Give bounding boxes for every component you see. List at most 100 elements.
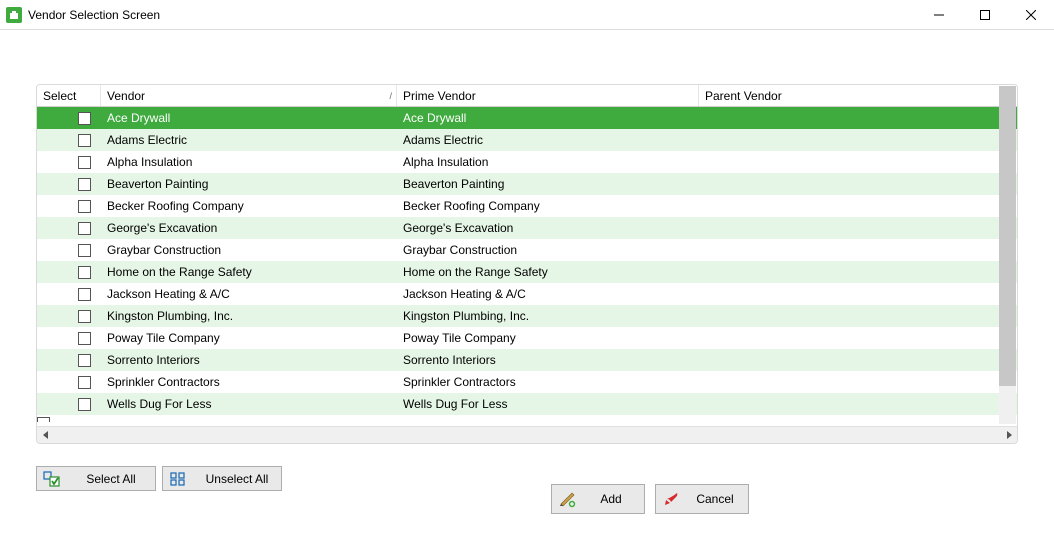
row-checkbox-cell[interactable] xyxy=(37,371,101,393)
row-checkbox[interactable] xyxy=(78,398,91,411)
table-row[interactable]: Sorrento InteriorsSorrento Interiors xyxy=(37,349,1017,371)
row-checkbox-cell[interactable] xyxy=(37,349,101,371)
cell-parent-vendor xyxy=(699,107,1017,129)
cell-prime-vendor: Adams Electric xyxy=(397,129,699,151)
row-checkbox[interactable] xyxy=(78,156,91,169)
table-row[interactable]: Wells Dug For LessWells Dug For Less xyxy=(37,393,1017,415)
close-button[interactable] xyxy=(1008,0,1054,30)
table-row[interactable]: Sprinkler ContractorsSprinkler Contracto… xyxy=(37,371,1017,393)
cell-prime-vendor: Ace Drywall xyxy=(397,107,699,129)
row-checkbox-cell[interactable] xyxy=(37,239,101,261)
column-header-parent-vendor[interactable]: Parent Vendor xyxy=(699,85,1017,106)
row-checkbox-cell[interactable] xyxy=(37,195,101,217)
row-checkbox-cell[interactable] xyxy=(37,327,101,349)
row-checkbox[interactable] xyxy=(78,178,91,191)
select-all-label: Select All xyxy=(79,472,143,486)
cell-prime-vendor: Wells Dug For Less xyxy=(397,393,699,415)
cancel-icon xyxy=(662,490,680,508)
vertical-scroll-thumb[interactable] xyxy=(999,86,1016,386)
row-checkbox[interactable] xyxy=(78,134,91,147)
window-controls xyxy=(916,0,1054,30)
row-checkbox[interactable] xyxy=(78,222,91,235)
cell-parent-vendor xyxy=(699,195,1017,217)
unselect-all-icon xyxy=(169,470,187,488)
unselect-all-label: Unselect All xyxy=(205,472,269,486)
vertical-scrollbar[interactable] xyxy=(999,86,1016,424)
sort-indicator-icon: / xyxy=(389,91,392,101)
row-checkbox[interactable] xyxy=(78,288,91,301)
cell-parent-vendor xyxy=(699,239,1017,261)
cell-vendor: Becker Roofing Company xyxy=(101,195,397,217)
cell-prime-vendor: Beaverton Painting xyxy=(397,173,699,195)
cell-parent-vendor xyxy=(699,283,1017,305)
add-label: Add xyxy=(590,492,632,506)
maximize-button[interactable] xyxy=(962,0,1008,30)
horizontal-scrollbar[interactable] xyxy=(37,426,1017,443)
row-checkbox[interactable] xyxy=(78,244,91,257)
select-all-button[interactable]: Select All xyxy=(36,466,156,491)
table-row[interactable]: Beaverton PaintingBeaverton Painting xyxy=(37,173,1017,195)
minimize-button[interactable] xyxy=(916,0,962,30)
row-checkbox[interactable] xyxy=(78,332,91,345)
cell-prime-vendor: Sprinkler Contractors xyxy=(397,371,699,393)
row-checkbox-cell[interactable] xyxy=(37,151,101,173)
cell-vendor: Ace Drywall xyxy=(101,107,397,129)
table-row[interactable]: Becker Roofing CompanyBecker Roofing Com… xyxy=(37,195,1017,217)
grid-rows: Ace DrywallAce DrywallAdams ElectricAdam… xyxy=(37,107,1017,426)
scroll-left-icon[interactable] xyxy=(37,427,54,444)
cell-vendor: Wells Dug For Less xyxy=(101,393,397,415)
row-checkbox[interactable] xyxy=(78,376,91,389)
row-checkbox-cell[interactable] xyxy=(37,107,101,129)
row-checkbox[interactable] xyxy=(78,354,91,367)
scroll-right-icon[interactable] xyxy=(1000,427,1017,444)
row-checkbox-cell[interactable] xyxy=(37,129,101,151)
column-header-select[interactable]: Select xyxy=(37,85,101,106)
row-checkbox[interactable] xyxy=(78,112,91,125)
cell-parent-vendor xyxy=(699,349,1017,371)
cell-parent-vendor xyxy=(699,129,1017,151)
cell-vendor: Poway Tile Company xyxy=(101,327,397,349)
select-all-icon xyxy=(43,470,61,488)
cell-prime-vendor: Becker Roofing Company xyxy=(397,195,699,217)
add-button[interactable]: Add xyxy=(551,484,645,514)
cell-parent-vendor xyxy=(699,173,1017,195)
cell-vendor: Adams Electric xyxy=(101,129,397,151)
table-row[interactable]: Jackson Heating & A/CJackson Heating & A… xyxy=(37,283,1017,305)
row-checkbox[interactable] xyxy=(78,310,91,323)
row-checkbox-cell[interactable] xyxy=(37,305,101,327)
table-row[interactable] xyxy=(37,415,1017,425)
table-row[interactable]: Home on the Range SafetyHome on the Rang… xyxy=(37,261,1017,283)
cell-vendor: Graybar Construction xyxy=(101,239,397,261)
cell-prime-vendor: Home on the Range Safety xyxy=(397,261,699,283)
cell-parent-vendor xyxy=(699,371,1017,393)
titlebar: Vendor Selection Screen xyxy=(0,0,1054,30)
cell-vendor: Sorrento Interiors xyxy=(101,349,397,371)
table-row[interactable]: Ace DrywallAce Drywall xyxy=(37,107,1017,129)
column-header-prime-vendor[interactable]: Prime Vendor xyxy=(397,85,699,106)
row-checkbox[interactable] xyxy=(78,266,91,279)
table-row[interactable]: Alpha InsulationAlpha Insulation xyxy=(37,151,1017,173)
table-row[interactable]: Kingston Plumbing, Inc.Kingston Plumbing… xyxy=(37,305,1017,327)
row-checkbox-cell[interactable] xyxy=(37,261,101,283)
row-checkbox-cell[interactable] xyxy=(37,173,101,195)
cell-prime-vendor: Jackson Heating & A/C xyxy=(397,283,699,305)
row-checkbox[interactable] xyxy=(78,200,91,213)
table-row[interactable]: George's ExcavationGeorge's Excavation xyxy=(37,217,1017,239)
table-row[interactable]: Poway Tile CompanyPoway Tile Company xyxy=(37,327,1017,349)
vendor-grid: Select Vendor / Prime Vendor Parent Vend… xyxy=(36,84,1018,444)
cell-vendor: Alpha Insulation xyxy=(101,151,397,173)
row-checkbox[interactable] xyxy=(37,417,50,422)
column-header-vendor[interactable]: Vendor / xyxy=(101,85,397,106)
row-checkbox-cell[interactable] xyxy=(37,217,101,239)
unselect-all-button[interactable]: Unselect All xyxy=(162,466,282,491)
row-checkbox-cell[interactable] xyxy=(37,283,101,305)
window-title: Vendor Selection Screen xyxy=(28,8,160,22)
cancel-button[interactable]: Cancel xyxy=(655,484,749,514)
grid-header: Select Vendor / Prime Vendor Parent Vend… xyxy=(37,85,1017,107)
row-checkbox-cell[interactable] xyxy=(37,415,101,425)
cell-vendor: Sprinkler Contractors xyxy=(101,371,397,393)
row-checkbox-cell[interactable] xyxy=(37,393,101,415)
table-row[interactable]: Graybar ConstructionGraybar Construction xyxy=(37,239,1017,261)
table-row[interactable]: Adams ElectricAdams Electric xyxy=(37,129,1017,151)
cell-prime-vendor: Alpha Insulation xyxy=(397,151,699,173)
